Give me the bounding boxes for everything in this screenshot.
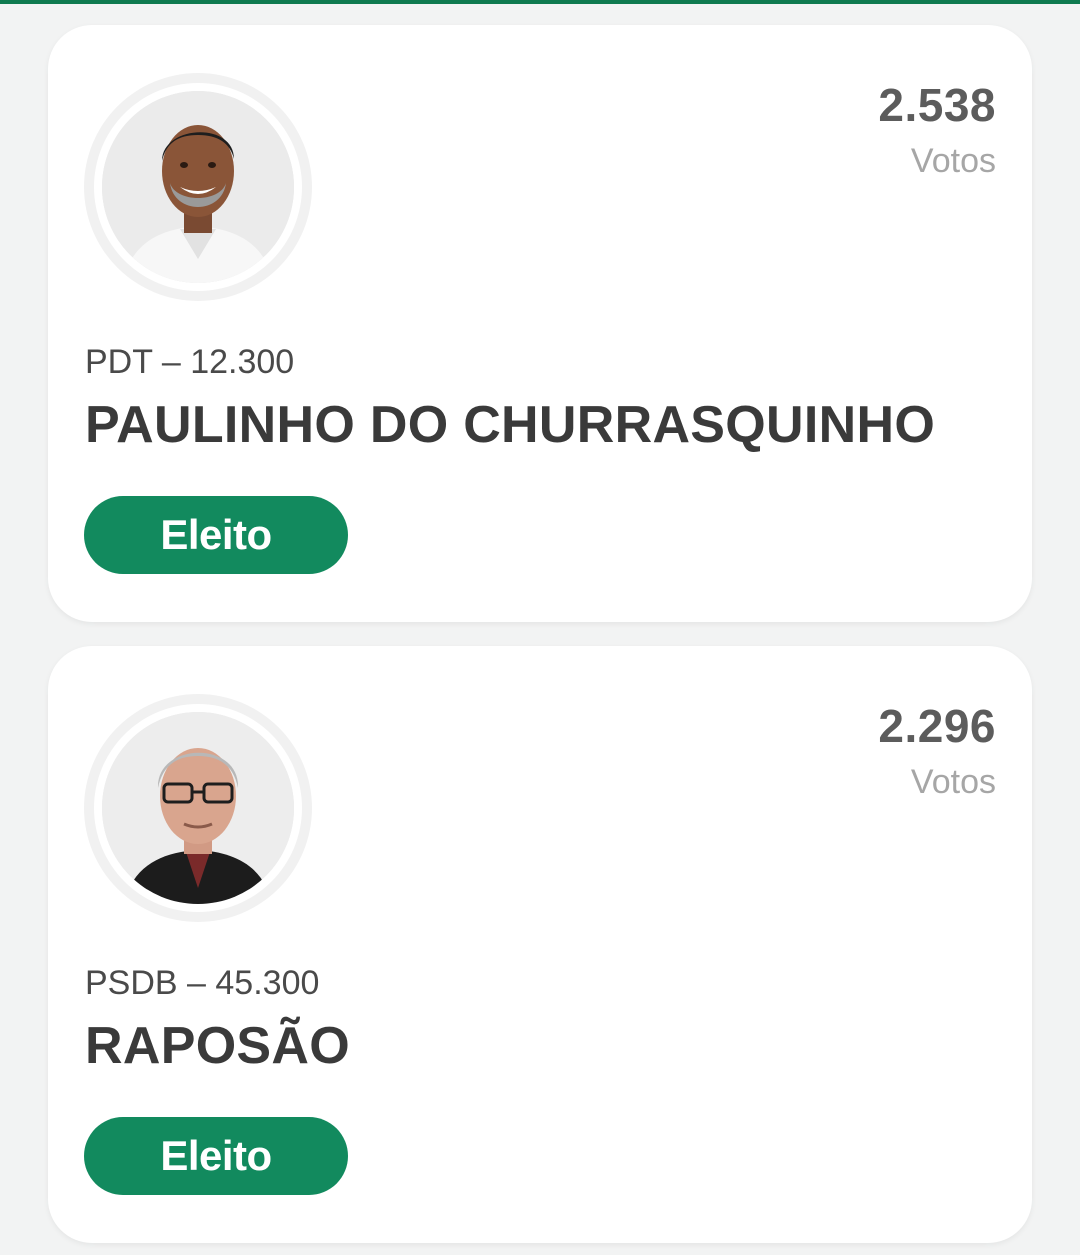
party-number: PDT – 12.300 (85, 343, 295, 381)
candidate-photo (102, 91, 294, 283)
candidate-photo (102, 712, 294, 904)
vote-count-block: 2.538 Votos (878, 77, 996, 189)
status-badge: Eleito (84, 496, 348, 574)
vote-count: 2.296 (878, 700, 996, 752)
vote-label: Votos (910, 142, 996, 180)
candidate-name: RAPOSÃO (85, 1017, 351, 1075)
candidate-card[interactable]: 2.296 Votos PSDB – 45.300 RAPOSÃO Eleito (48, 646, 1032, 1243)
vote-count-block: 2.296 Votos (878, 698, 996, 810)
vote-count: 2.538 (878, 79, 996, 131)
vote-label: Votos (910, 763, 996, 801)
avatar (84, 73, 312, 301)
candidate-photo-illustration (102, 91, 294, 283)
top-accent-bar (0, 0, 1080, 4)
party-number: PSDB – 45.300 (85, 964, 320, 1002)
candidate-photo-illustration (102, 712, 294, 904)
avatar (84, 694, 312, 922)
candidate-name: PAULINHO DO CHURRASQUINHO (85, 396, 936, 454)
candidate-card[interactable]: 2.538 Votos PDT – 12.300 PAULINHO DO CHU… (48, 25, 1032, 622)
status-badge: Eleito (84, 1117, 348, 1195)
